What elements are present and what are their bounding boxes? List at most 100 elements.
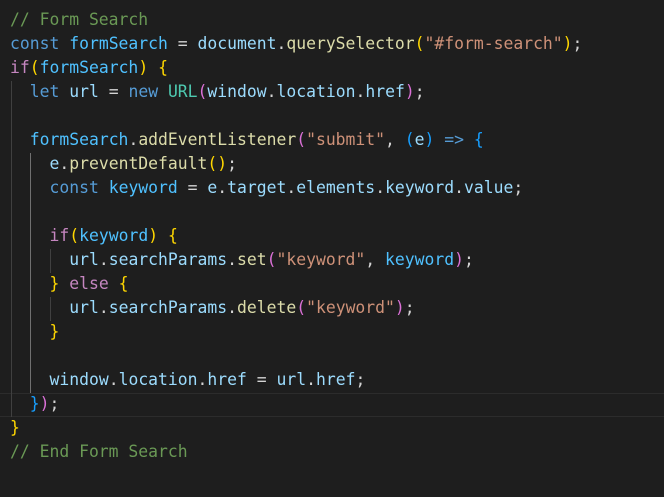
code-token: ( [296, 298, 307, 317]
code-token: . [266, 82, 277, 101]
code-token: { [158, 58, 168, 77]
code-token: // End Form Search [10, 442, 188, 461]
code-token: ; [414, 82, 425, 101]
code-token: } [49, 274, 60, 293]
code-token: ) [454, 250, 464, 269]
code-token: ( [296, 130, 307, 149]
code-token: = [246, 370, 277, 389]
code-token: ) [217, 154, 228, 173]
code-token: searchParams [108, 298, 228, 317]
code-token: ( [414, 34, 425, 53]
code-line[interactable]: let url = new URL(window.location.href); [10, 80, 425, 104]
code-token: target [227, 178, 287, 197]
code-token: value [464, 178, 514, 197]
code-line[interactable]: const formSearch = document.querySelecto… [10, 32, 582, 56]
code-line[interactable]: } [10, 416, 20, 440]
code-token: ( [207, 154, 218, 173]
code-token: "submit" [306, 130, 386, 149]
code-token: keyword [385, 178, 455, 197]
code-token: ) [562, 34, 573, 53]
code-token: ( [29, 58, 40, 77]
code-token: ( [197, 82, 208, 101]
code-token: { [473, 130, 484, 149]
code-token: } [49, 322, 60, 341]
code-token: , [385, 130, 405, 149]
code-token: ) [148, 226, 159, 245]
code-line[interactable]: // Form Search [10, 8, 148, 32]
code-token: ; [355, 370, 366, 389]
code-token: new [128, 82, 159, 101]
code-line[interactable]: window.location.href = url.href; [10, 368, 365, 392]
code-token: // Form Search [10, 10, 149, 29]
code-token: href [207, 370, 247, 389]
code-token: else [69, 274, 109, 293]
code-token: } [10, 418, 20, 437]
code-editor[interactable]: // Form Search const formSearch = documen… [0, 0, 664, 497]
code-token: formSearch [29, 130, 129, 149]
code-token: ) [394, 298, 405, 317]
code-line[interactable]: e.preventDefault(); [10, 152, 237, 176]
code-line[interactable]: if(formSearch) { [10, 56, 168, 80]
code-token: . [98, 250, 109, 269]
code-token: ; [404, 298, 415, 317]
code-line[interactable]: if(keyword) { [10, 224, 178, 248]
code-token: href [365, 82, 405, 101]
code-token: . [454, 178, 465, 197]
code-token: keyword [108, 178, 178, 197]
code-line[interactable]: formSearch.addEventListener("submit", (e… [10, 128, 484, 152]
code-token: const [10, 34, 60, 53]
code-token: ) [424, 130, 435, 149]
code-token: "#form-search" [424, 34, 563, 53]
code-line[interactable]: // End Form Search [10, 440, 188, 464]
code-token: , [365, 250, 386, 269]
code-token: = [98, 82, 129, 101]
code-token: location [118, 370, 198, 389]
code-token: url [69, 82, 99, 101]
code-token: url [276, 370, 307, 389]
code-token: delete [237, 298, 297, 317]
code-token: formSearch [69, 34, 168, 53]
code-token: ; [513, 178, 524, 197]
code-token: e [414, 130, 425, 149]
code-token: let [29, 82, 60, 101]
code-token: ( [404, 130, 415, 149]
code-token: { [118, 274, 129, 293]
code-token: addEventListener [138, 130, 297, 149]
code-token: . [217, 178, 228, 197]
code-token: { [167, 226, 178, 245]
code-token: ; [572, 34, 583, 53]
code-token: . [375, 178, 386, 197]
code-token: = [177, 178, 208, 197]
code-line[interactable]: url.searchParams.delete("keyword"); [10, 296, 415, 320]
code-token: url [69, 298, 99, 317]
code-token: . [128, 130, 139, 149]
code-token: URL [167, 82, 198, 101]
code-token: = [167, 34, 198, 53]
code-token: href [315, 370, 356, 389]
code-token: . [227, 298, 237, 317]
code-token: e [207, 178, 218, 197]
current-line-highlight [0, 393, 664, 417]
code-token: searchParams [108, 250, 228, 269]
code-line[interactable]: }); [10, 392, 60, 416]
code-line[interactable]: } [10, 320, 59, 344]
code-line[interactable]: const keyword = e.target.elements.keywor… [10, 176, 523, 200]
code-token: ) [39, 394, 50, 413]
code-token: e [49, 154, 60, 173]
code-line[interactable]: } else { [10, 272, 128, 296]
code-line[interactable]: url.searchParams.set("keyword", keyword)… [10, 248, 474, 272]
code-token: location [276, 82, 356, 101]
code-token: . [306, 370, 316, 389]
